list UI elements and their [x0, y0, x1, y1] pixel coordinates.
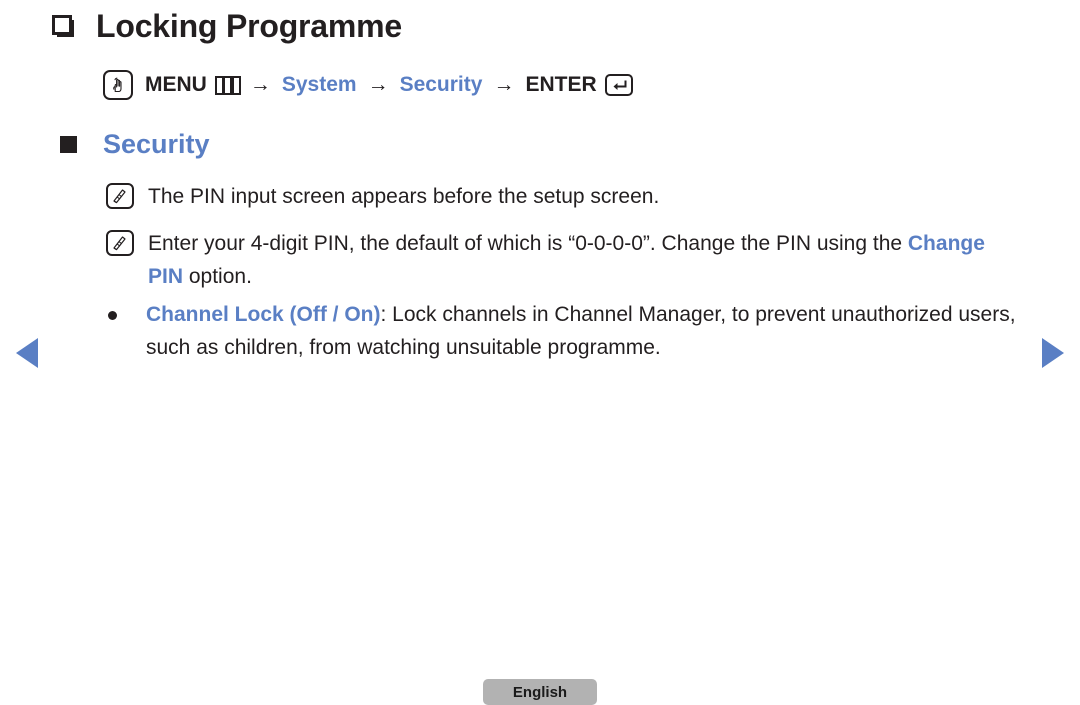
section-title: Security [103, 129, 210, 159]
square-bullet-icon [52, 15, 74, 37]
menu-step-security: Security [399, 73, 483, 96]
note-text-after: option. [183, 265, 252, 288]
note-text-before: Enter your 4-digit PIN, the default of w… [148, 232, 908, 255]
option-row: Channel Lock (Off / On): Lock channels i… [108, 298, 1028, 364]
previous-page-arrow-icon[interactable] [16, 338, 38, 368]
dot-bullet-icon [108, 311, 117, 320]
path-arrow-1: → [249, 73, 271, 96]
option-text-composite: Channel Lock (Off / On): Lock channels i… [146, 298, 1028, 364]
menu-grid-icon [214, 75, 241, 95]
menu-path-breadcrumb: MENU → System → Security → ENTER [103, 70, 633, 100]
enter-label: ENTER [525, 73, 597, 96]
path-arrow-3: → [493, 73, 515, 96]
filled-square-bullet-icon [60, 136, 77, 153]
enter-key-icon [604, 74, 633, 96]
hand-press-icon [103, 70, 133, 100]
menu-step-system: System [281, 73, 357, 96]
note-text-composite: Enter your 4-digit PIN, the default of w… [148, 227, 1006, 293]
option-label: Channel Lock (Off / On) [146, 303, 381, 326]
section-heading-row: Security [60, 131, 210, 158]
next-page-arrow-icon[interactable] [1042, 338, 1064, 368]
language-button[interactable]: English [483, 679, 597, 705]
note-icon [106, 230, 134, 256]
note-icon [106, 183, 134, 209]
note-text: The PIN input screen appears before the … [148, 185, 660, 208]
page-title: Locking Programme [96, 8, 403, 44]
menu-label: MENU [145, 73, 207, 96]
path-arrow-2: → [367, 73, 389, 96]
page-title-row: Locking Programme [52, 10, 402, 42]
note-row: The PIN input screen appears before the … [106, 180, 1006, 213]
note-row: Enter your 4-digit PIN, the default of w… [106, 227, 1006, 293]
